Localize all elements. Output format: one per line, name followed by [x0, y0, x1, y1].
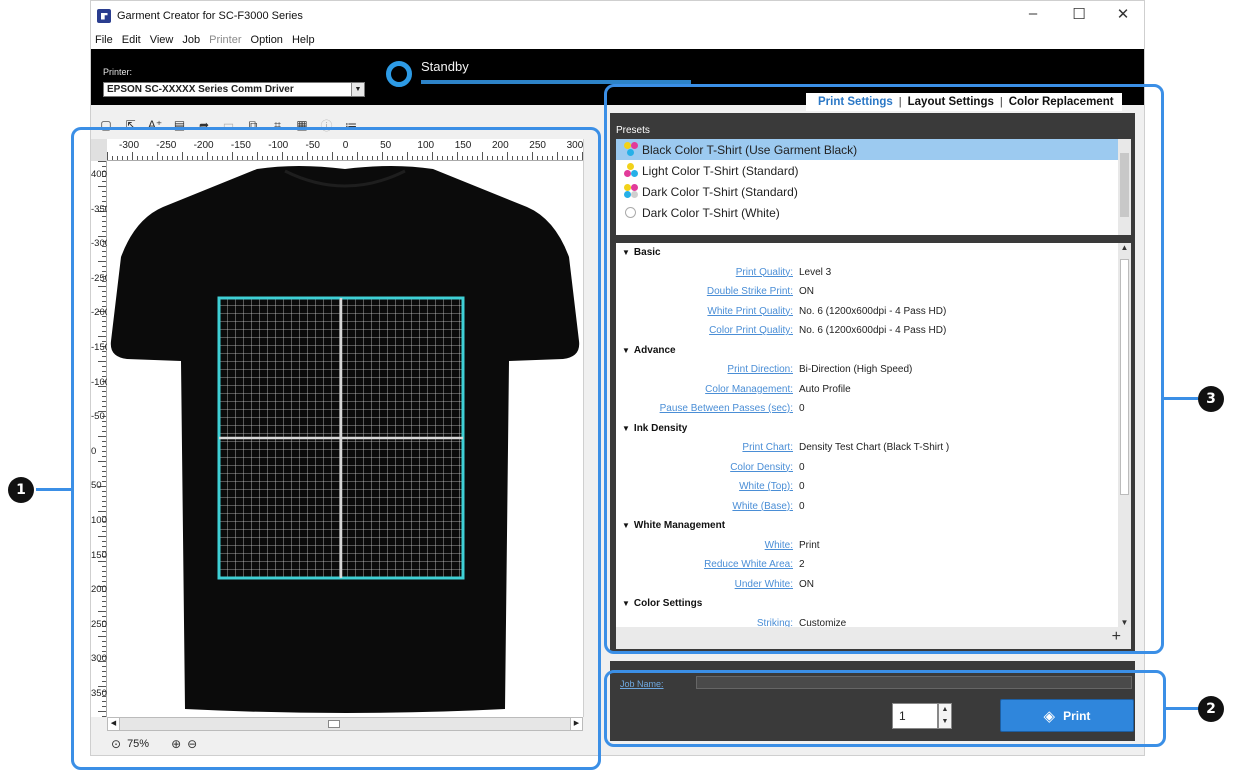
printer-select[interactable]: EPSON SC-XXXXX Series Comm Driver ▼	[103, 82, 365, 97]
callout-badge-1: 1	[8, 477, 34, 503]
chevron-down-icon[interactable]: ▼	[351, 83, 364, 96]
title-bar: Garment Creator for SC-F3000 Series – ☐ …	[91, 1, 1144, 31]
callout-frame-canvas	[71, 127, 601, 770]
menu-bar: File Edit View Job Printer Option Help	[91, 31, 1144, 49]
menu-item-option[interactable]: Option	[251, 34, 283, 46]
menu-item-view[interactable]: View	[150, 34, 174, 46]
menu-item-help[interactable]: Help	[292, 34, 315, 46]
callout-badge-3: 3	[1198, 386, 1224, 412]
callout-badge-2: 2	[1198, 696, 1224, 722]
app-logo-icon	[97, 9, 111, 23]
callout-leader	[1164, 397, 1198, 400]
callout-leader	[1166, 707, 1199, 710]
printer-status-icon	[386, 61, 412, 87]
printer-select-value: EPSON SC-XXXXX Series Comm Driver	[107, 84, 294, 95]
menu-item-job[interactable]: Job	[182, 34, 200, 46]
menu-item-file[interactable]: File	[95, 34, 113, 46]
screenshot-root: Garment Creator for SC-F3000 Series – ☐ …	[0, 0, 1235, 776]
menu-item-edit[interactable]: Edit	[122, 34, 141, 46]
window-title: Garment Creator for SC-F3000 Series	[117, 10, 303, 22]
minimize-button[interactable]: –	[1018, 5, 1048, 22]
callout-frame-settings	[604, 84, 1164, 654]
printer-label: Printer:	[103, 67, 133, 77]
menu-item-printer[interactable]: Printer	[209, 34, 241, 46]
close-button[interactable]: ✕	[1108, 5, 1138, 23]
printer-status-text: Standby	[421, 59, 469, 74]
callout-leader	[36, 488, 72, 491]
maximize-button[interactable]: ☐	[1064, 5, 1094, 23]
callout-frame-print	[604, 670, 1166, 747]
